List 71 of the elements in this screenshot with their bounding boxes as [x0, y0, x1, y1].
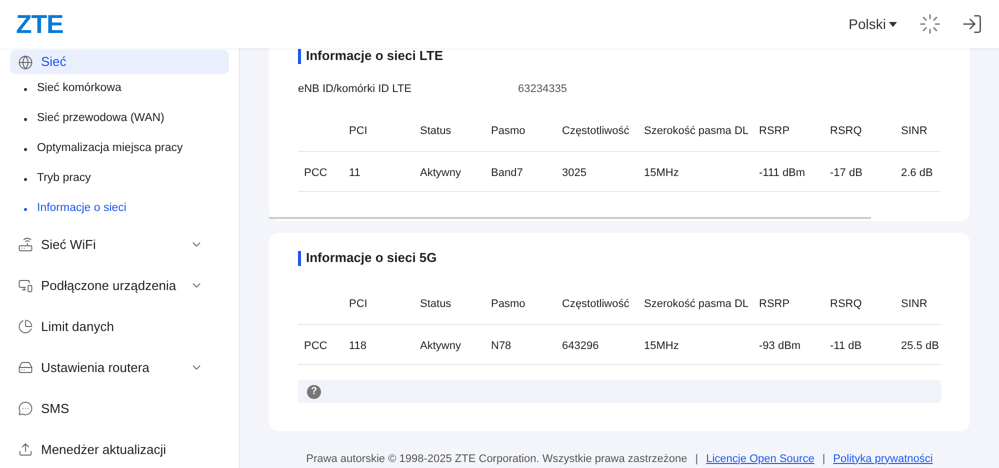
submenu-item[interactable]: Tryb pracy [10, 164, 229, 194]
footer-link[interactable]: Licencje Open Source [706, 450, 814, 468]
column-header: RSRP [759, 124, 790, 136]
section-title: Informacje o sieci LTE [306, 47, 444, 66]
language-dropdown[interactable]: Polski [848, 14, 897, 34]
pie-chart-icon [18, 319, 33, 334]
sidebar-item[interactable]: Sieć WiFi [10, 224, 229, 265]
table-cell: -17 dB [830, 166, 862, 178]
accent-bar [298, 250, 301, 266]
submenu-item[interactable]: Sieć komórkowa [10, 74, 229, 104]
sidebar-item[interactable]: Menedżer aktualizacji [10, 429, 229, 468]
accent-bar [298, 48, 301, 64]
column-header: RSRQ [830, 124, 862, 136]
column-header: Status [420, 124, 452, 136]
table-cell: PCC [304, 166, 328, 178]
table-cell: PCC [304, 340, 328, 352]
loading-icon [919, 13, 941, 35]
table-cell: -11 dB [830, 340, 862, 352]
column-header: Pasmo [491, 298, 526, 310]
scrollbar[interactable] [269, 217, 871, 219]
upload-icon [18, 442, 33, 457]
column-header: PCI [349, 298, 368, 310]
help-icon[interactable]: ? [307, 384, 321, 398]
devices-icon [18, 278, 33, 293]
column-header: Pasmo [491, 124, 526, 136]
router-icon [18, 360, 33, 375]
column-header: SINR [901, 298, 928, 310]
column-header: Status [420, 298, 452, 310]
column-header: Częstotliwość [562, 124, 630, 136]
sidebar-item[interactable]: SMS [10, 388, 229, 429]
table-cell: 643296 [562, 340, 599, 352]
submenu-item[interactable]: Informacje o sieci [10, 194, 229, 224]
separator: | [822, 452, 826, 467]
submenu-item[interactable]: Optymalizacja miejsca pracy [10, 134, 229, 164]
table-cell: 118 [349, 340, 367, 352]
table-cell: 15MHz [644, 340, 679, 352]
footer-link[interactable]: Polityka prywatności [833, 450, 933, 468]
section-title: Informacje o sieci 5G [306, 249, 437, 268]
table-cell: -93 dBm [759, 340, 801, 352]
column-header: RSRP [759, 298, 790, 310]
globe-icon [18, 54, 33, 70]
table-cell: 11 [349, 166, 360, 178]
sidebar-item[interactable]: Limit danych [10, 306, 229, 347]
table-cell: Aktywny [420, 166, 461, 178]
column-header: PCI [349, 124, 368, 136]
table-cell: 15MHz [644, 166, 679, 178]
column-header: RSRQ [830, 298, 862, 310]
caret-icon [889, 22, 897, 26]
table-cell: Aktywny [420, 340, 461, 352]
separator: | [695, 452, 698, 467]
table-cell: 25.5 dB [901, 340, 939, 352]
logout-icon[interactable] [961, 13, 983, 35]
column-header: Szerokość pasma DL [644, 124, 749, 136]
submenu-item[interactable]: Sieć przewodowa (WAN) [10, 104, 229, 134]
chat-icon [18, 401, 33, 416]
table-cell: Band7 [491, 166, 523, 178]
logo: ZTE [16, 8, 64, 40]
field-label: eNB ID/komórki ID LTE [298, 82, 412, 97]
table-cell: -111 dBm [759, 166, 806, 178]
sidebar-item[interactable]: Podłączone urządzenia [10, 265, 229, 306]
table-cell: N78 [491, 340, 512, 352]
router-icon [18, 237, 33, 252]
column-header: SINR [901, 124, 928, 136]
column-header: Częstotliwość [562, 298, 630, 310]
copyright-text: Prawa autorskie © 1998-2025 ZTE Corporation. Wszystkie prawa zastrzeżone [306, 452, 688, 467]
sidebar-item[interactable]: Sieć [10, 50, 229, 74]
sidebar-item[interactable]: Ustawienia routera [10, 347, 229, 388]
table-cell: 3025 [562, 166, 586, 178]
field-value: 63234335 [518, 82, 567, 97]
column-header: Szerokość pasma DL [644, 298, 749, 310]
table-cell: 2.6 dB [901, 166, 933, 178]
